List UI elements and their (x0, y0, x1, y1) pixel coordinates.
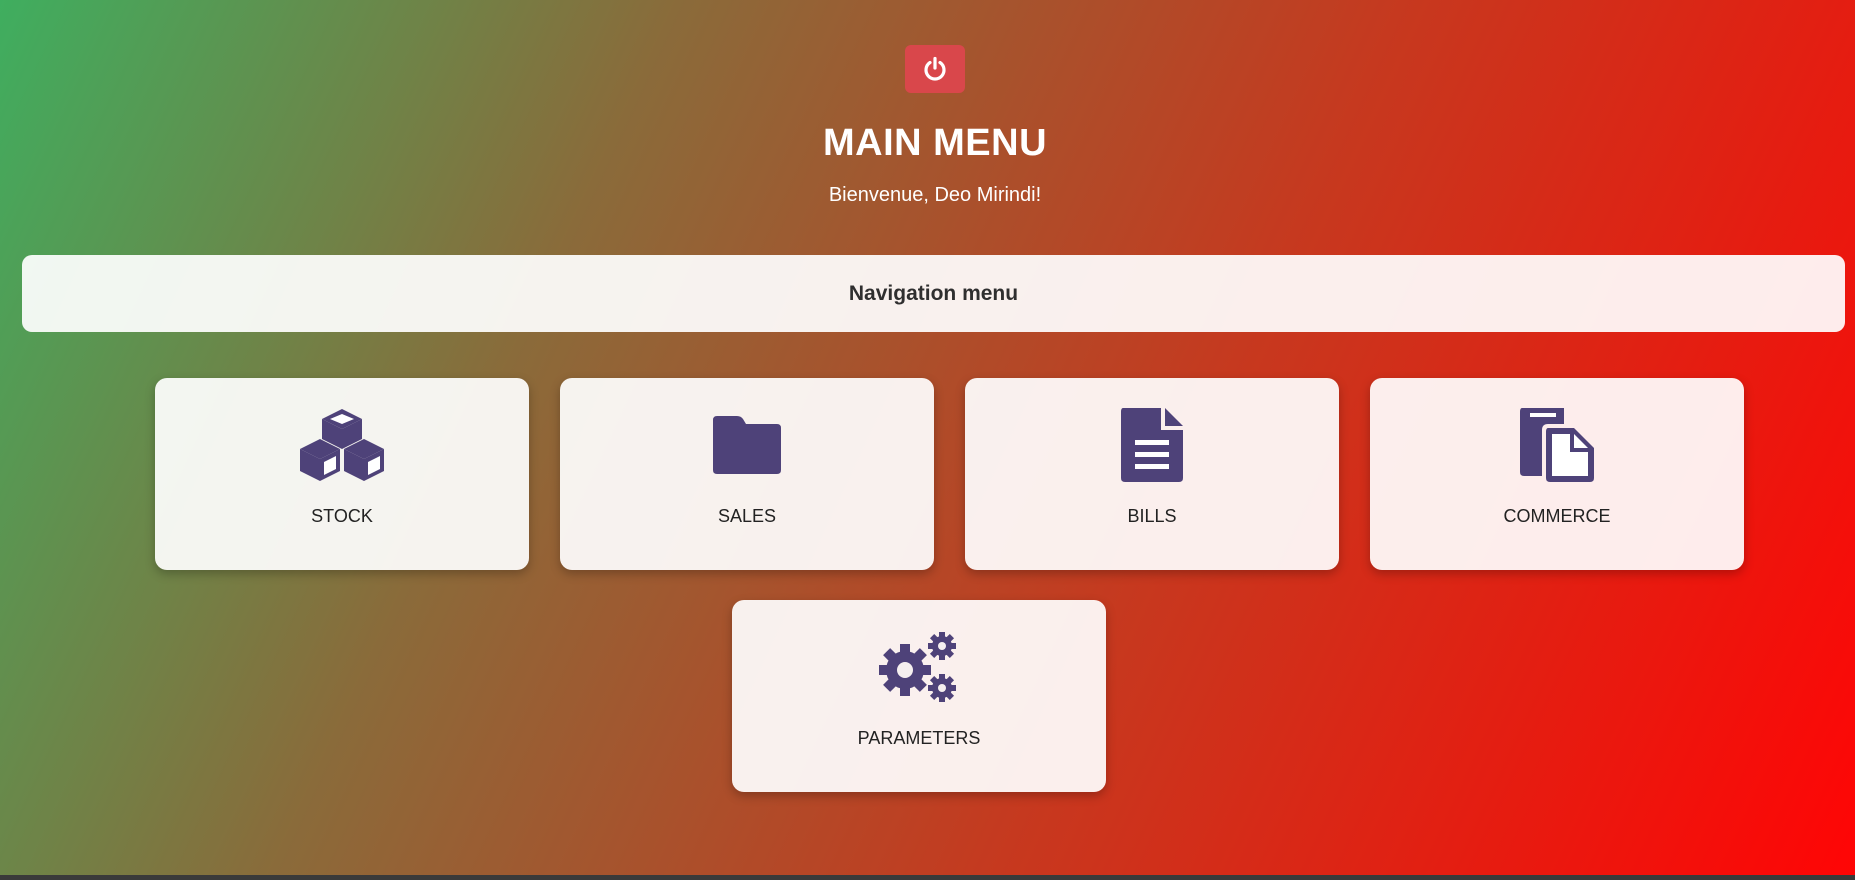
sales-card[interactable]: SALES (560, 378, 934, 570)
cubes-icon (300, 409, 384, 481)
parameters-card[interactable]: PARAMETERS (732, 600, 1106, 792)
bottom-strip (0, 875, 1855, 880)
stock-card[interactable]: STOCK (155, 378, 529, 570)
copy-documents-icon (1520, 408, 1594, 482)
navigation-menu-bar: Navigation menu (22, 255, 1845, 332)
card-label: BILLS (1127, 506, 1177, 526)
card-label: PARAMETERS (857, 728, 981, 748)
navigation-menu-label: Navigation menu (848, 281, 1019, 305)
folder-icon (713, 416, 781, 474)
bills-card[interactable]: BILLS (965, 378, 1339, 570)
logout-button[interactable] (905, 45, 965, 93)
card-label: SALES (717, 506, 777, 526)
card-label: COMMERCE (1503, 506, 1611, 526)
gears-icon (879, 632, 956, 702)
page-title: MAIN MENU (822, 122, 1048, 164)
power-icon (924, 56, 946, 81)
commerce-card[interactable]: COMMERCE (1370, 378, 1744, 570)
card-label: STOCK (311, 506, 373, 526)
document-icon (1121, 408, 1183, 482)
welcome-message: Bienvenue, Deo Mirindi! (828, 184, 1042, 206)
